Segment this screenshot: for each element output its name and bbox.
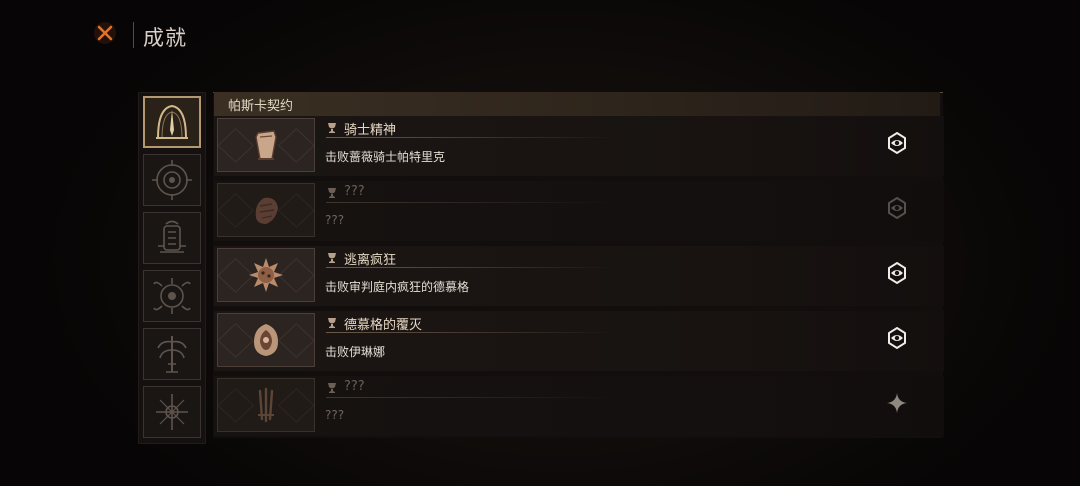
achievement-title: ??? bbox=[344, 379, 365, 394]
achievement-title: 骑士精神 bbox=[344, 123, 397, 138]
row-background bbox=[214, 181, 944, 241]
eye-ring-icon bbox=[888, 131, 906, 155]
beast-head-icon bbox=[255, 197, 278, 224]
row-background bbox=[214, 116, 944, 176]
achievement-row-2[interactable]: ??? ??? bbox=[214, 181, 944, 241]
achievement-thumbnail bbox=[217, 118, 315, 172]
achievement-description: ??? bbox=[325, 213, 345, 227]
title-underline bbox=[326, 397, 616, 398]
status-badge bbox=[885, 261, 909, 285]
four-point-star-icon bbox=[887, 393, 907, 413]
achievement-row-4[interactable]: 德慕格的覆灭 击败伊琳娜 bbox=[214, 311, 944, 371]
category-tab-1[interactable] bbox=[143, 96, 201, 148]
achievement-row-1[interactable]: 骑士精神 击败蔷薇骑士帕特里克 bbox=[214, 116, 944, 176]
tree-idol-emblem-icon bbox=[157, 336, 187, 373]
category-tab-5[interactable] bbox=[143, 328, 201, 380]
trophy-icon bbox=[328, 123, 336, 133]
trophy-icon bbox=[328, 253, 336, 263]
title-underline bbox=[326, 137, 616, 138]
hooded-figure-icon bbox=[254, 324, 278, 356]
thorn-cross-emblem-icon bbox=[156, 394, 188, 430]
achievement-description: 击败伊琳娜 bbox=[325, 345, 386, 359]
category-tab-3[interactable] bbox=[143, 212, 201, 264]
achievement-thumbnail bbox=[217, 313, 315, 367]
category-tab-2[interactable] bbox=[143, 154, 201, 206]
achievement-title: ??? bbox=[344, 184, 365, 199]
achievement-title: 逃离疯狂 bbox=[344, 253, 397, 268]
spiked-orb-icon bbox=[249, 258, 283, 292]
stone-pedestal-icon bbox=[255, 130, 277, 160]
trophy-icon bbox=[328, 318, 336, 328]
achievement-description: 击败审判庭内疯狂的德慕格 bbox=[325, 280, 470, 294]
achievement-description: 击败蔷薇骑士帕特里克 bbox=[325, 150, 446, 164]
page-title: 成就 bbox=[143, 26, 187, 50]
row-background bbox=[214, 311, 944, 371]
title-underline bbox=[326, 202, 616, 203]
status-badge bbox=[885, 196, 909, 220]
achievement-thumbnail bbox=[217, 378, 315, 432]
status-badge bbox=[885, 326, 909, 350]
trophy-icon bbox=[328, 383, 336, 393]
eye-ring-icon bbox=[888, 196, 906, 220]
status-badge bbox=[885, 131, 909, 155]
achievement-thumbnail bbox=[217, 248, 315, 302]
section-title: 帕斯卡契约 bbox=[228, 99, 294, 114]
row-background bbox=[214, 376, 944, 436]
arch-spike-emblem-icon bbox=[156, 104, 188, 139]
eye-circle-emblem-icon bbox=[152, 160, 192, 200]
trophy-icon bbox=[328, 188, 336, 198]
claw-blades-icon bbox=[258, 387, 274, 423]
achievement-row-3[interactable]: 逃离疯狂 击败审判庭内疯狂的德慕格 bbox=[214, 246, 944, 306]
close-button[interactable] bbox=[92, 20, 118, 46]
achievement-title: 德慕格的覆灭 bbox=[344, 318, 423, 333]
section-header: 帕斯卡契约 bbox=[214, 92, 940, 117]
row-background bbox=[214, 246, 944, 306]
achievement-row-5[interactable]: ??? ??? bbox=[214, 376, 944, 436]
header-divider bbox=[133, 22, 134, 48]
lantern-emblem-icon bbox=[158, 220, 186, 253]
achievement-description: ??? bbox=[325, 408, 345, 422]
eye-ring-icon bbox=[888, 326, 906, 350]
status-badge bbox=[885, 391, 909, 415]
title-underline bbox=[326, 332, 616, 333]
eye-ring-icon bbox=[888, 261, 906, 285]
category-tab-6[interactable] bbox=[143, 386, 201, 438]
achievement-thumbnail bbox=[217, 183, 315, 237]
title-underline bbox=[326, 267, 616, 268]
category-sidebar bbox=[138, 92, 206, 444]
horned-skull-emblem-icon bbox=[153, 278, 191, 314]
close-x-icon bbox=[94, 22, 116, 44]
category-tab-4[interactable] bbox=[143, 270, 201, 322]
